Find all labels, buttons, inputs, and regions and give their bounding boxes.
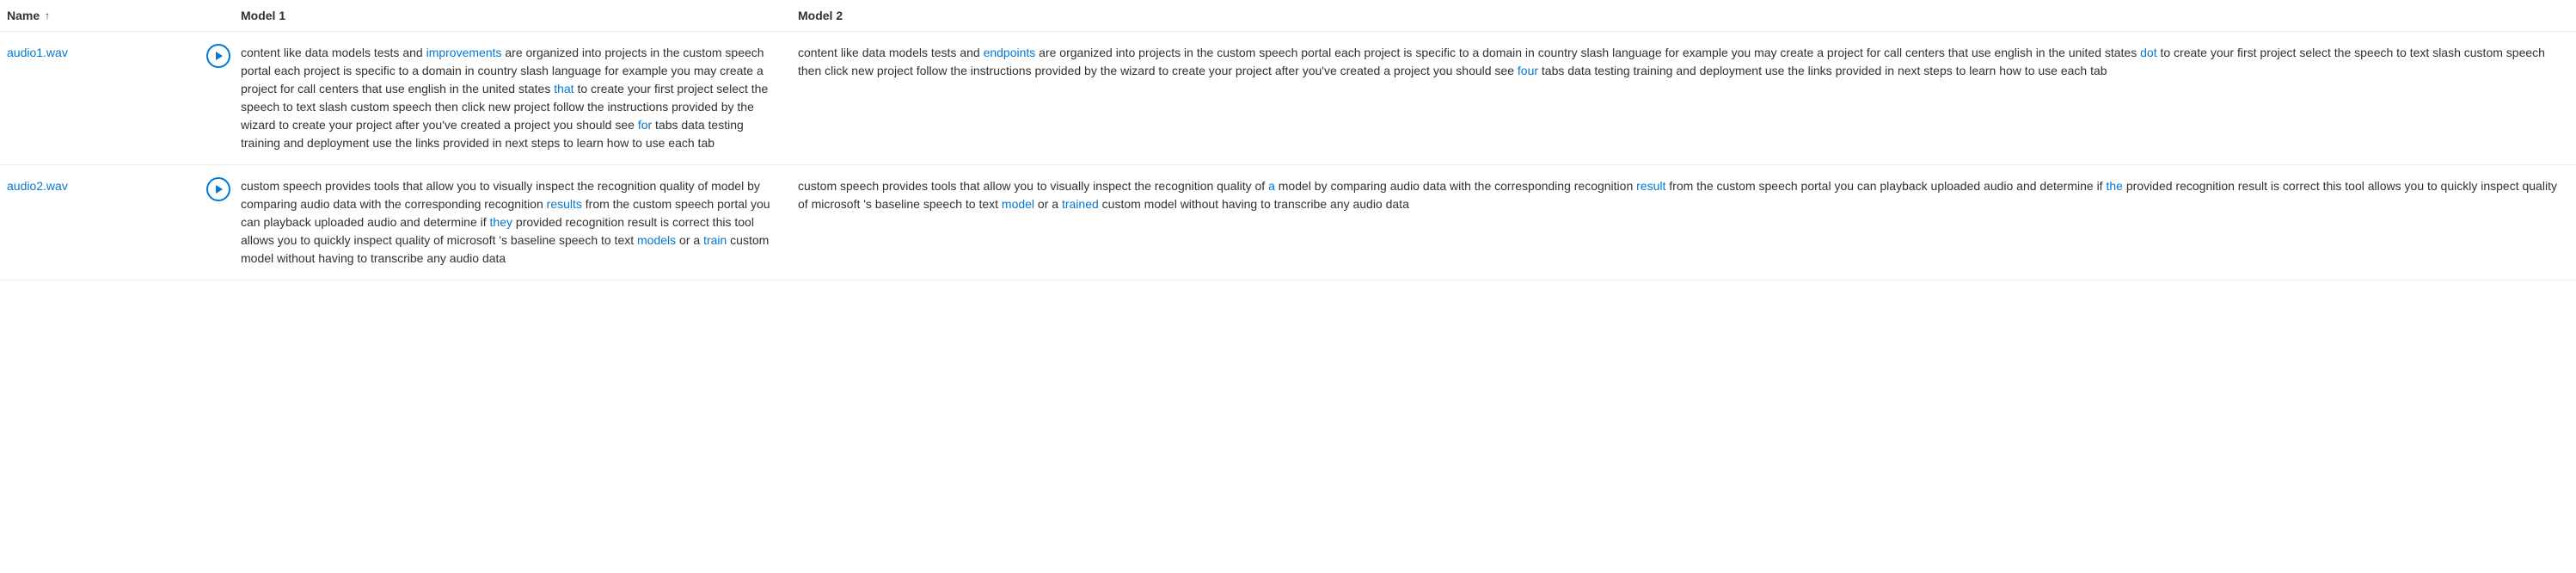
audio-filename-link[interactable]: audio1.wav xyxy=(7,46,68,59)
table-row: audio2.wav custom speech provides tools t… xyxy=(0,165,2576,280)
model2-transcript: content like data models tests and endpo… xyxy=(798,44,2566,80)
diff-word: that xyxy=(554,82,573,96)
diff-word: four xyxy=(1518,64,1538,77)
transcript-text: custom model without having to transcrib… xyxy=(1099,197,1409,211)
transcript-text: from the custom speech portal you can pl… xyxy=(1665,179,2106,193)
audio-filename-link[interactable]: audio2.wav xyxy=(7,179,68,193)
sort-ascending-icon: ↑ xyxy=(45,9,50,22)
diff-word: they xyxy=(490,215,512,229)
transcript-text: or a xyxy=(1034,197,1062,211)
model1-transcript: content like data models tests and impro… xyxy=(241,44,770,152)
diff-word: result xyxy=(1636,179,1665,193)
transcript-text: content like data models tests and xyxy=(241,46,426,59)
diff-word: the xyxy=(2106,179,2122,193)
diff-word: endpoints xyxy=(984,46,1036,59)
diff-word: models xyxy=(637,233,676,247)
diff-word: train xyxy=(703,233,727,247)
transcript-text: content like data models tests and xyxy=(798,46,984,59)
play-icon xyxy=(214,184,224,194)
diff-word: model xyxy=(1002,197,1034,211)
model1-transcript: custom speech provides tools that allow … xyxy=(241,177,770,268)
diff-word: trained xyxy=(1062,197,1099,211)
play-button[interactable] xyxy=(206,177,230,201)
diff-word: a xyxy=(1268,179,1275,193)
diff-word: dot xyxy=(2140,46,2156,59)
diff-word: improvements xyxy=(426,46,502,59)
diff-word: results xyxy=(547,197,582,211)
column-header-name[interactable]: Name ↑ xyxy=(7,9,50,22)
column-header-model1[interactable]: Model 1 xyxy=(241,0,798,32)
play-button[interactable] xyxy=(206,44,230,68)
column-header-model2[interactable]: Model 2 xyxy=(798,0,2576,32)
transcript-text: model by comparing audio data with the c… xyxy=(1275,179,1636,193)
table-row: audio1.wav content like data models tests… xyxy=(0,32,2576,165)
comparison-table: Name ↑ Model 1 Model 2 audio1.wav content… xyxy=(0,0,2576,280)
play-icon xyxy=(214,51,224,61)
transcript-text: tabs data testing training and deploymen… xyxy=(1538,64,2107,77)
column-header-name-label: Name xyxy=(7,9,40,22)
table-header-row: Name ↑ Model 1 Model 2 xyxy=(0,0,2576,32)
transcript-text: custom speech provides tools that allow … xyxy=(798,179,1268,193)
diff-word: for xyxy=(638,118,652,132)
transcript-text: or a xyxy=(676,233,703,247)
model2-transcript: custom speech provides tools that allow … xyxy=(798,177,2566,213)
transcript-text: are organized into projects in the custo… xyxy=(1035,46,2140,59)
